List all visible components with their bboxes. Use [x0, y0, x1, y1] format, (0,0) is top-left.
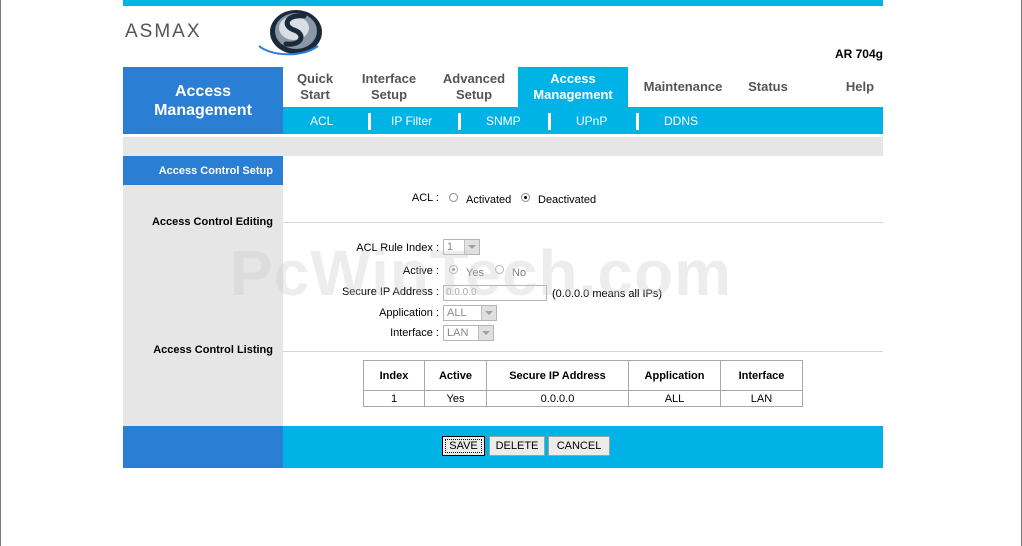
cell-secure-ip: 0.0.0.0 [486, 390, 629, 407]
cell-active: Yes [424, 390, 487, 407]
cell-application: ALL [628, 390, 721, 407]
table-row[interactable]: 1 Yes 0.0.0.0 ALL LAN [363, 390, 803, 407]
brand-logo-text: ASMAX [125, 21, 202, 42]
subtab-ddns[interactable]: DDNS [664, 114, 698, 128]
active-yes-text: Yes [466, 267, 484, 279]
tab-label: Advanced Setup [442, 71, 506, 102]
acl-label: ACL : [411, 192, 439, 204]
active-yes-radio[interactable] [449, 265, 458, 274]
cancel-button[interactable]: CANCEL [548, 436, 610, 456]
cell-index: 1 [363, 390, 425, 407]
secure-ip-label: Secure IP Address : [341, 286, 439, 298]
secure-ip-input[interactable]: 0.0.0.0 [443, 285, 547, 301]
application-select[interactable]: ALL [443, 305, 497, 321]
sub-nav: ACL IP Filter SNMP UPnP DDNS [283, 107, 883, 134]
window-left-edge [0, 0, 1, 546]
footer-left-block [123, 426, 283, 468]
subtab-snmp[interactable]: SNMP [486, 114, 521, 128]
delete-button[interactable]: DELETE [489, 436, 545, 456]
col-active: Active [424, 360, 487, 391]
section-title: Access Management [123, 67, 283, 134]
tab-maintenance[interactable]: Maintenance [633, 67, 733, 107]
tab-label: Quick Start [296, 71, 334, 102]
divider [283, 222, 883, 223]
footer-bar: SAVE DELETE CANCEL [123, 426, 883, 468]
asmax-logo-icon [258, 10, 322, 56]
subtab-divider [636, 113, 639, 130]
interface-value: LAN [447, 327, 469, 339]
subtab-divider [458, 113, 461, 130]
active-no-text: No [512, 267, 527, 279]
tab-label: Maintenance [643, 79, 723, 94]
col-secure-ip: Secure IP Address [486, 360, 629, 391]
tab-status[interactable]: Status [735, 67, 801, 107]
section-title-text: Access Management [154, 82, 252, 119]
left-panel [123, 156, 283, 426]
acl-activated-text: Activated [466, 194, 512, 206]
col-index: Index [363, 360, 425, 391]
secure-ip-hint: (0.0.0.0 means all IPs) [552, 288, 663, 300]
divider [283, 351, 883, 352]
acl-rule-index-select[interactable]: 1 [443, 239, 480, 255]
tab-quick-start[interactable]: Quick Start [283, 67, 347, 107]
subtab-divider [548, 113, 551, 130]
main-nav: Quick Start Interface Setup Advanced Set… [283, 67, 883, 107]
acl-rule-index-value: 1 [447, 241, 454, 253]
subtab-divider [368, 113, 371, 130]
save-button[interactable]: SAVE [442, 436, 485, 456]
tab-advanced-setup[interactable]: Advanced Setup [431, 67, 517, 107]
tab-access-management[interactable]: Access Management [518, 67, 628, 107]
active-no-radio[interactable] [495, 265, 504, 274]
acl-rule-index-label: ACL Rule Index : [356, 242, 439, 254]
access-control-table: Index Active Secure IP Address Applicati… [363, 360, 803, 407]
chevron-down-icon [478, 326, 493, 340]
tab-interface-setup[interactable]: Interface Setup [347, 67, 431, 107]
tab-label: Help [845, 79, 875, 94]
acl-deactivated-text: Deactivated [538, 194, 597, 206]
interface-label: Interface : [390, 327, 439, 339]
tab-help[interactable]: Help [828, 67, 892, 107]
application-label: Application : [379, 307, 439, 319]
interface-select[interactable]: LAN [443, 325, 494, 341]
tab-label: Status [748, 79, 788, 94]
acl-activated-radio[interactable] [449, 193, 458, 202]
subtab-acl[interactable]: ACL [310, 114, 333, 128]
cell-interface: LAN [720, 390, 803, 407]
access-control-setup-heading: Access Control Setup [123, 156, 283, 185]
chevron-down-icon [464, 240, 479, 254]
model-name: AR 704g [834, 47, 883, 61]
col-application: Application [628, 360, 721, 391]
application-value: ALL [447, 307, 467, 319]
access-control-editing-label: Access Control Editing [151, 216, 273, 228]
top-accent-bar [123, 0, 883, 6]
col-interface: Interface [720, 360, 803, 391]
tab-label: Access Management [533, 71, 613, 102]
subtab-upnp[interactable]: UPnP [576, 114, 607, 128]
access-control-listing-label: Access Control Listing [153, 344, 273, 356]
acl-deactivated-radio[interactable] [521, 193, 530, 202]
spacer-bar [123, 137, 883, 156]
table-header-row: Index Active Secure IP Address Applicati… [363, 360, 803, 391]
active-label: Active : [402, 265, 439, 277]
subtab-ip-filter[interactable]: IP Filter [391, 114, 432, 128]
tab-label: Interface Setup [361, 71, 417, 102]
chevron-down-icon [481, 306, 496, 320]
